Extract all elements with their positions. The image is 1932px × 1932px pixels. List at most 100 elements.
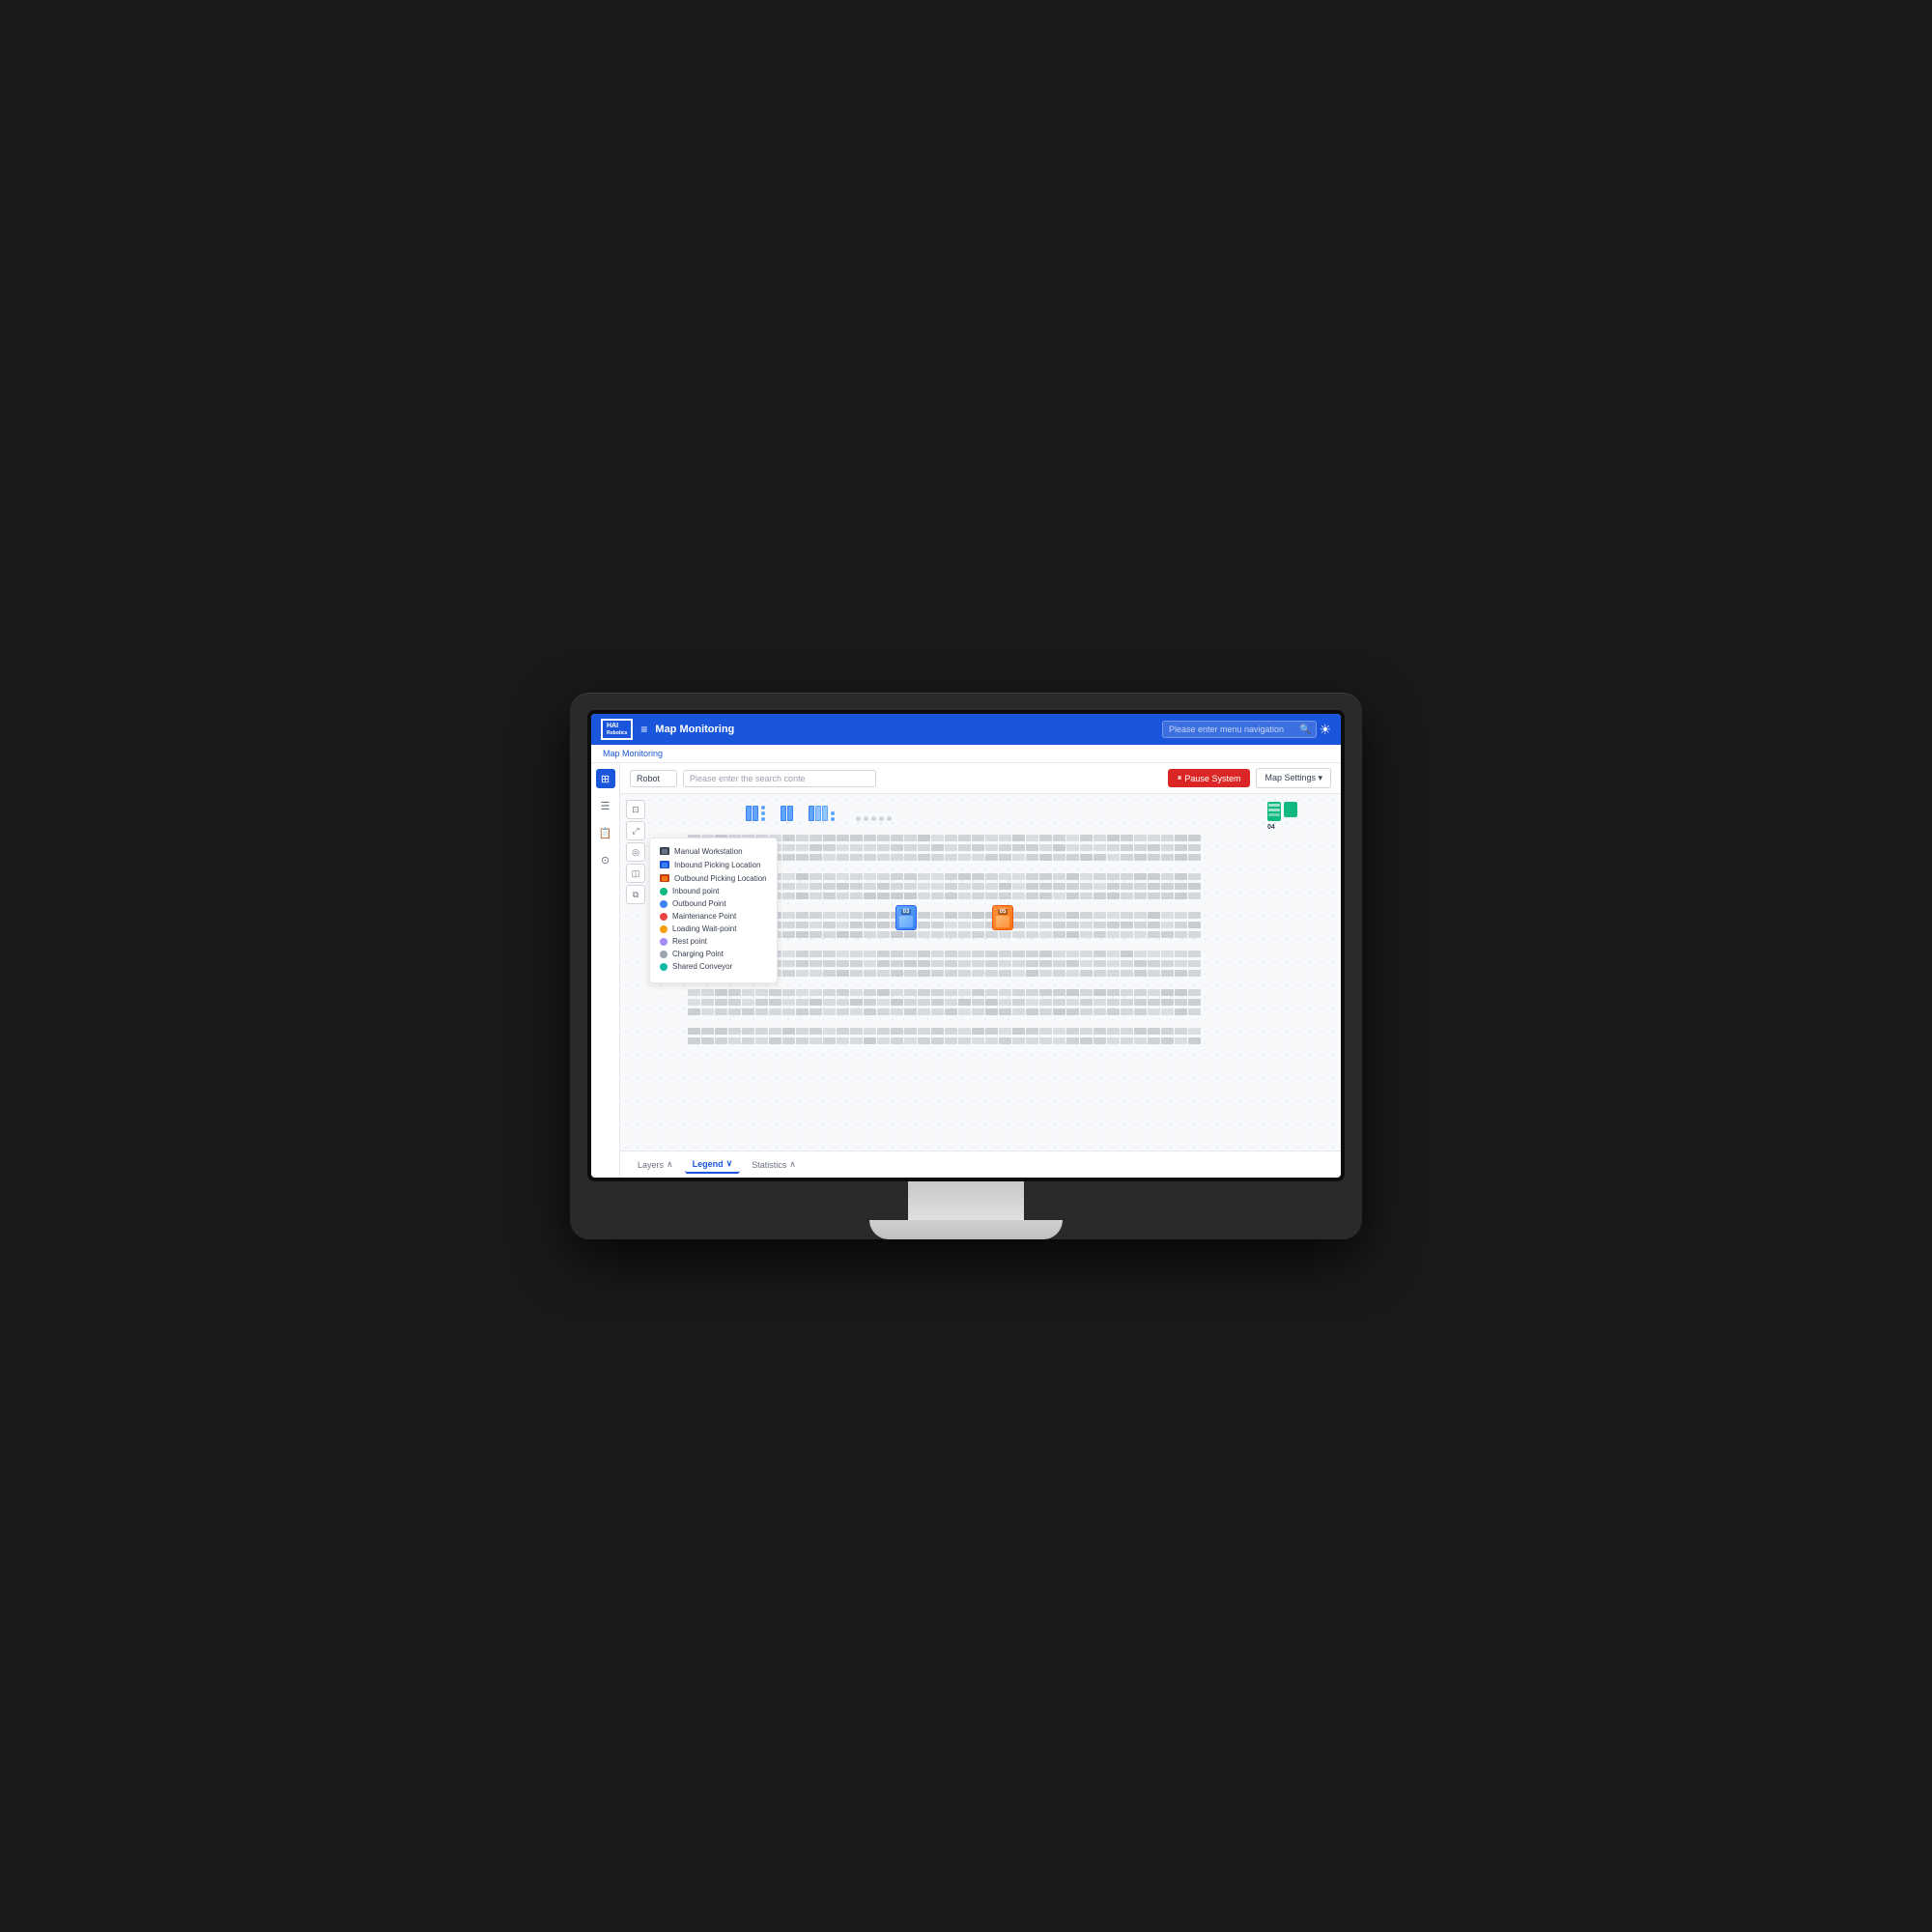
shelf-cell: [1161, 835, 1174, 841]
shelf-cell: [796, 970, 809, 977]
shelf-cell: [1053, 1018, 1065, 1025]
shelf-cell: [823, 873, 836, 880]
fullscreen-tool[interactable]: ⤢: [626, 821, 645, 840]
map-settings-button[interactable]: Map Settings ▾: [1256, 768, 1331, 788]
shelf-cell: [945, 922, 957, 928]
legend-item-manual-workstation: Manual Workstation: [660, 846, 767, 856]
shelf-cell: [782, 941, 795, 948]
shelf-cell: [877, 873, 890, 880]
tab-legend[interactable]: Legend ∨: [685, 1155, 741, 1174]
legend-dot-charging: [660, 951, 668, 958]
shelf-row-0: [688, 835, 1321, 841]
shelf-cell: [1053, 999, 1065, 1006]
screenshot-tool[interactable]: ⊡: [626, 800, 645, 819]
hamburger-icon[interactable]: ≡: [640, 723, 647, 736]
shelf-cell: [1053, 854, 1065, 861]
map-grid[interactable]: 04 // This will be populated by JS below: [620, 794, 1341, 1151]
search-input[interactable]: [683, 770, 876, 787]
shelf-cell: [918, 960, 930, 967]
shelf-cell: [1134, 922, 1147, 928]
legend-label: Inbound point: [672, 887, 720, 895]
shelf-cell: [782, 999, 795, 1006]
shelf-cell: [1107, 873, 1120, 880]
shelf-cell: [918, 931, 930, 938]
locate-tool[interactable]: ◎: [626, 842, 645, 862]
shelf-cell: [1148, 854, 1160, 861]
shelf-cell: [1175, 931, 1187, 938]
shelf-cell: [931, 922, 944, 928]
shelf-cell: [931, 864, 944, 870]
shelf-cell: [810, 893, 822, 899]
shelf-cell: [1161, 951, 1174, 957]
shelf-cell: [1134, 864, 1147, 870]
shelf-cell: [823, 902, 836, 909]
shelf-row-13: [688, 960, 1321, 967]
shelf-cell: [837, 922, 849, 928]
sidebar-icon-list[interactable]: ☰: [596, 796, 615, 815]
shelf-cell: [1175, 1037, 1187, 1044]
theme-toggle-icon[interactable]: ☀: [1319, 722, 1331, 738]
shelf-cell: [931, 883, 944, 890]
shelf-cell: [1080, 902, 1093, 909]
shelf-cell: [877, 1028, 890, 1035]
shelf-cell: [1026, 864, 1038, 870]
shelf-cell: [796, 902, 809, 909]
shelf-cell: [1175, 883, 1187, 890]
shelf-cell: [810, 951, 822, 957]
tab-legend-label: Legend: [693, 1159, 724, 1169]
conveyor-dot: [761, 817, 765, 821]
shelf-cell: [1026, 980, 1038, 986]
shelf-cell: [918, 844, 930, 851]
shelf-cell: [1080, 1018, 1093, 1025]
shelf-cell: [972, 941, 984, 948]
shelf-cell: [1121, 922, 1133, 928]
shelf-cell: [1161, 1009, 1174, 1015]
robot-03[interactable]: 03: [895, 905, 917, 930]
shelf-cell: [755, 999, 768, 1006]
shelf-cell: [1053, 873, 1065, 880]
shelf-cell: [1066, 1009, 1079, 1015]
sidebar-icon-map[interactable]: ⊞: [596, 769, 615, 788]
copy-tool[interactable]: ⧉: [626, 885, 645, 904]
shelf-row-5: [688, 883, 1321, 890]
shelf-cell: [931, 902, 944, 909]
shelf-cell: [999, 1028, 1011, 1035]
shelf-cell: [1066, 854, 1079, 861]
shelf-cell: [877, 883, 890, 890]
tab-statistics[interactable]: Statistics ∧: [744, 1156, 804, 1173]
shelf-cell: [796, 873, 809, 880]
sidebar-icon-report[interactable]: 📋: [596, 823, 615, 842]
nav-search-input[interactable]: [1162, 721, 1317, 738]
shelf-cell: [985, 980, 998, 986]
shelf-row-16: [688, 989, 1321, 996]
shelf-cell: [837, 1009, 849, 1015]
sidebar-icon-settings[interactable]: ⊙: [596, 850, 615, 869]
shelf-cell: [945, 1009, 957, 1015]
conveyor-dots: [831, 811, 835, 821]
shelf-cell: [1107, 951, 1120, 957]
conveyor-dot: [761, 806, 765, 810]
shelf-cell: [1188, 893, 1201, 899]
shelf-cell: [796, 1009, 809, 1015]
shelf-cell: [1121, 1028, 1133, 1035]
shelf-cell: [945, 844, 957, 851]
shelf-cell: [972, 980, 984, 986]
shelf-cell: [850, 873, 863, 880]
shelf-cell: [1080, 989, 1093, 996]
layer-tool[interactable]: ◫: [626, 864, 645, 883]
shelf-cell: [864, 1028, 876, 1035]
shelf-cell: [877, 835, 890, 841]
breadcrumb: Map Monitoring: [591, 745, 1341, 763]
shelf-cell: [1188, 835, 1201, 841]
pause-system-button[interactable]: ⏸ Pause System: [1168, 769, 1251, 787]
shelf-cell: [688, 1018, 700, 1025]
robot-05[interactable]: 05: [992, 905, 1013, 930]
shelf-cell: [1094, 931, 1106, 938]
shelf-cell: [850, 922, 863, 928]
filter-dropdown[interactable]: Robot: [630, 770, 677, 787]
tab-layers[interactable]: Layers ∧: [630, 1156, 681, 1173]
shelf-cell: [945, 835, 957, 841]
shelf-cell: [1012, 883, 1025, 890]
shelf-cell: [1094, 1037, 1106, 1044]
shelf-cell: [796, 960, 809, 967]
